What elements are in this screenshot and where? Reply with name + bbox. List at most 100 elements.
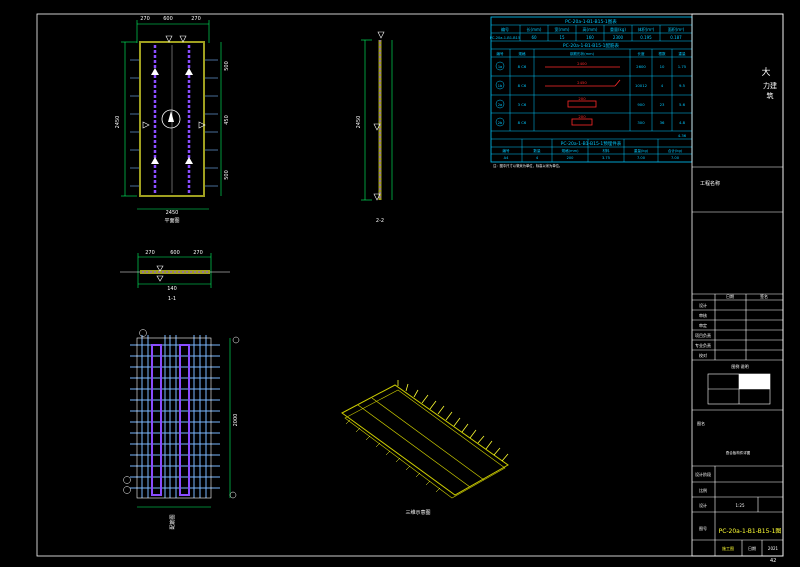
embed-col-5: 合计(kg) bbox=[668, 148, 683, 153]
table-header-col-6: 面积(m²) bbox=[668, 26, 685, 32]
role-3: 项目负责 bbox=[695, 332, 711, 338]
rebar-col-1: 规格 bbox=[518, 51, 526, 56]
rebar-col-4: 根数 bbox=[658, 51, 666, 56]
role-1: 审核 bbox=[699, 312, 707, 318]
logo-line-1: 大 bbox=[761, 66, 770, 78]
plan-dim-right-b: 450 bbox=[224, 115, 230, 125]
embed-table-title: PC-20a-1-B1-B15-1预埋件表 bbox=[561, 140, 622, 147]
drawing-number: PC-20a-1-B1-B15-1图 bbox=[719, 528, 782, 535]
table-header-col-0: 编号 bbox=[501, 26, 509, 32]
section-1-1-title: 1-1 bbox=[168, 296, 176, 302]
isometric-title: 三维示意图 bbox=[405, 509, 430, 516]
role-4: 专业负责 bbox=[695, 342, 711, 348]
rebar-col-3: 长度 bbox=[637, 51, 645, 56]
col-date: 日期 bbox=[726, 293, 734, 299]
row-3-shape: 200 bbox=[578, 96, 586, 101]
row-2-spec: 8 C6 bbox=[518, 83, 527, 88]
embed-col-0: 编号 bbox=[502, 148, 510, 153]
row-2-id: 1b bbox=[498, 84, 503, 88]
drawing-label: 图名 bbox=[697, 420, 705, 426]
row-3-len: 900 bbox=[637, 102, 645, 107]
col-sign: 签名 bbox=[760, 293, 768, 299]
rebar-col-0: 编号 bbox=[496, 51, 504, 56]
row-3-id: 2a bbox=[498, 103, 502, 107]
row-1-spec: 8 C6 bbox=[518, 64, 527, 69]
legend-fill-block bbox=[739, 374, 770, 389]
rebar-plan-title: 配筋图 bbox=[169, 514, 176, 529]
project-label: 工程名称 bbox=[700, 180, 720, 187]
role-0: 设计 bbox=[699, 302, 707, 308]
table-row-cell-3: 160 bbox=[586, 35, 594, 40]
row-4-spec: 8 C6 bbox=[518, 120, 527, 125]
row-4-id: 2b bbox=[498, 121, 503, 125]
table-header-col-2: 宽(mm) bbox=[555, 26, 570, 32]
row-1-weight: 1.75 bbox=[678, 64, 687, 69]
row-3-weight: 5.6 bbox=[679, 102, 686, 107]
table-row-cell-1: 60 bbox=[531, 35, 537, 40]
row-1-len: 2600 bbox=[636, 64, 646, 69]
row-4-shape: 200 bbox=[578, 114, 586, 119]
rebar-col-2: 钢筋形状(mm) bbox=[570, 51, 595, 56]
embed-cell-0: A4 bbox=[504, 156, 509, 160]
section-2-2-title: 2-2 bbox=[376, 218, 384, 224]
number-label: 图号 bbox=[699, 525, 707, 531]
row-4-count: 36 bbox=[660, 120, 665, 125]
plan-dim-bottom: 2450 bbox=[166, 210, 179, 216]
rebar-table-title: PC-20a-1-B1-B15-1配筋表 bbox=[563, 42, 620, 49]
row-1-id: 1a bbox=[498, 65, 502, 69]
embed-cell-3: 3.75 bbox=[602, 156, 610, 160]
table-header-col-5: 体积(m³) bbox=[638, 26, 655, 32]
embed-col-1: 数量 bbox=[533, 148, 541, 153]
role-5: 校对 bbox=[699, 352, 707, 358]
plan-dim-top-right: 270 bbox=[191, 16, 201, 22]
row-2-weight: 9.5 bbox=[679, 83, 686, 88]
plan-dim-right-c: 500 bbox=[224, 170, 230, 180]
rebar-total-weight: 4.36 bbox=[678, 133, 687, 138]
rebar-vertical-dim: 2000 bbox=[233, 414, 239, 427]
embed-col-2: 规格(mm) bbox=[562, 148, 580, 153]
plan-dim-right-a: 500 bbox=[224, 61, 230, 71]
bottom-year: 2021 bbox=[768, 546, 779, 551]
row-4-len: 300 bbox=[637, 120, 645, 125]
plan-dim-left: 2450 bbox=[115, 116, 121, 129]
table-header-col-1: 长(mm) bbox=[527, 26, 542, 32]
row-2-shape: 2450 bbox=[577, 80, 587, 85]
plan-title: 平面图 bbox=[164, 218, 179, 224]
row-2-len: 10012 bbox=[635, 83, 648, 88]
embed-cell-5: 7.00 bbox=[671, 156, 680, 160]
logo-line-2: 力建 bbox=[763, 81, 777, 90]
drawing-name: 叠合板构件详图 bbox=[726, 450, 751, 455]
table-title: PC-20a-1-B1-B15-1图表 bbox=[565, 18, 617, 25]
embed-cell-2: 200 bbox=[567, 156, 575, 160]
row-1-shape: 2400 bbox=[577, 61, 587, 66]
logo-line-3: 筑 bbox=[767, 91, 774, 100]
section-1-1-dim-bottom: 140 bbox=[167, 286, 177, 292]
embed-col-3: 材料 bbox=[602, 148, 610, 153]
section-1-1-dim-mid: 600 bbox=[170, 250, 180, 256]
stage-label: 设计阶段 bbox=[695, 471, 711, 477]
embed-col-4: 重量(kg) bbox=[634, 148, 649, 153]
scale-value: 1:25 bbox=[736, 503, 745, 508]
role-2: 审定 bbox=[699, 322, 707, 328]
table-row-cell-0: PC-20a-1-B1-B15 bbox=[490, 36, 520, 40]
row-4-weight: 4.8 bbox=[679, 120, 686, 125]
bottom-stage: 施工图 bbox=[722, 545, 734, 551]
plan-dim-top-left: 270 bbox=[140, 16, 150, 22]
row-3-spec: 3 C6 bbox=[518, 102, 527, 107]
table-row-cell-6: 0.187 bbox=[670, 35, 682, 40]
rebar-col-5: 重量 bbox=[678, 51, 686, 56]
table-header-col-3: 高(mm) bbox=[583, 26, 598, 32]
row-1-count: 10 bbox=[660, 64, 665, 69]
table-header-col-4: 重量(kg) bbox=[610, 26, 626, 32]
role-6: 设计 bbox=[699, 502, 707, 508]
table-row-cell-2: 15 bbox=[559, 35, 565, 40]
cad-drawing-canvas: 600 270 270 2450 2450 500 450 500 平面图 24… bbox=[0, 0, 800, 567]
sheet-number: 42 bbox=[770, 558, 776, 564]
table-row-cell-4: 2300 bbox=[613, 35, 624, 40]
section-2-2-dim: 2450 bbox=[356, 116, 362, 129]
section-1-1-dim-left: 270 bbox=[145, 250, 155, 256]
drawing-note: 注：图中尺寸以毫米为单位，标高以米为单位。 bbox=[493, 163, 562, 168]
embed-cell-4: 7.00 bbox=[637, 156, 646, 160]
row-3-count: 23 bbox=[660, 102, 665, 107]
scale-label: 比例 bbox=[699, 487, 707, 493]
